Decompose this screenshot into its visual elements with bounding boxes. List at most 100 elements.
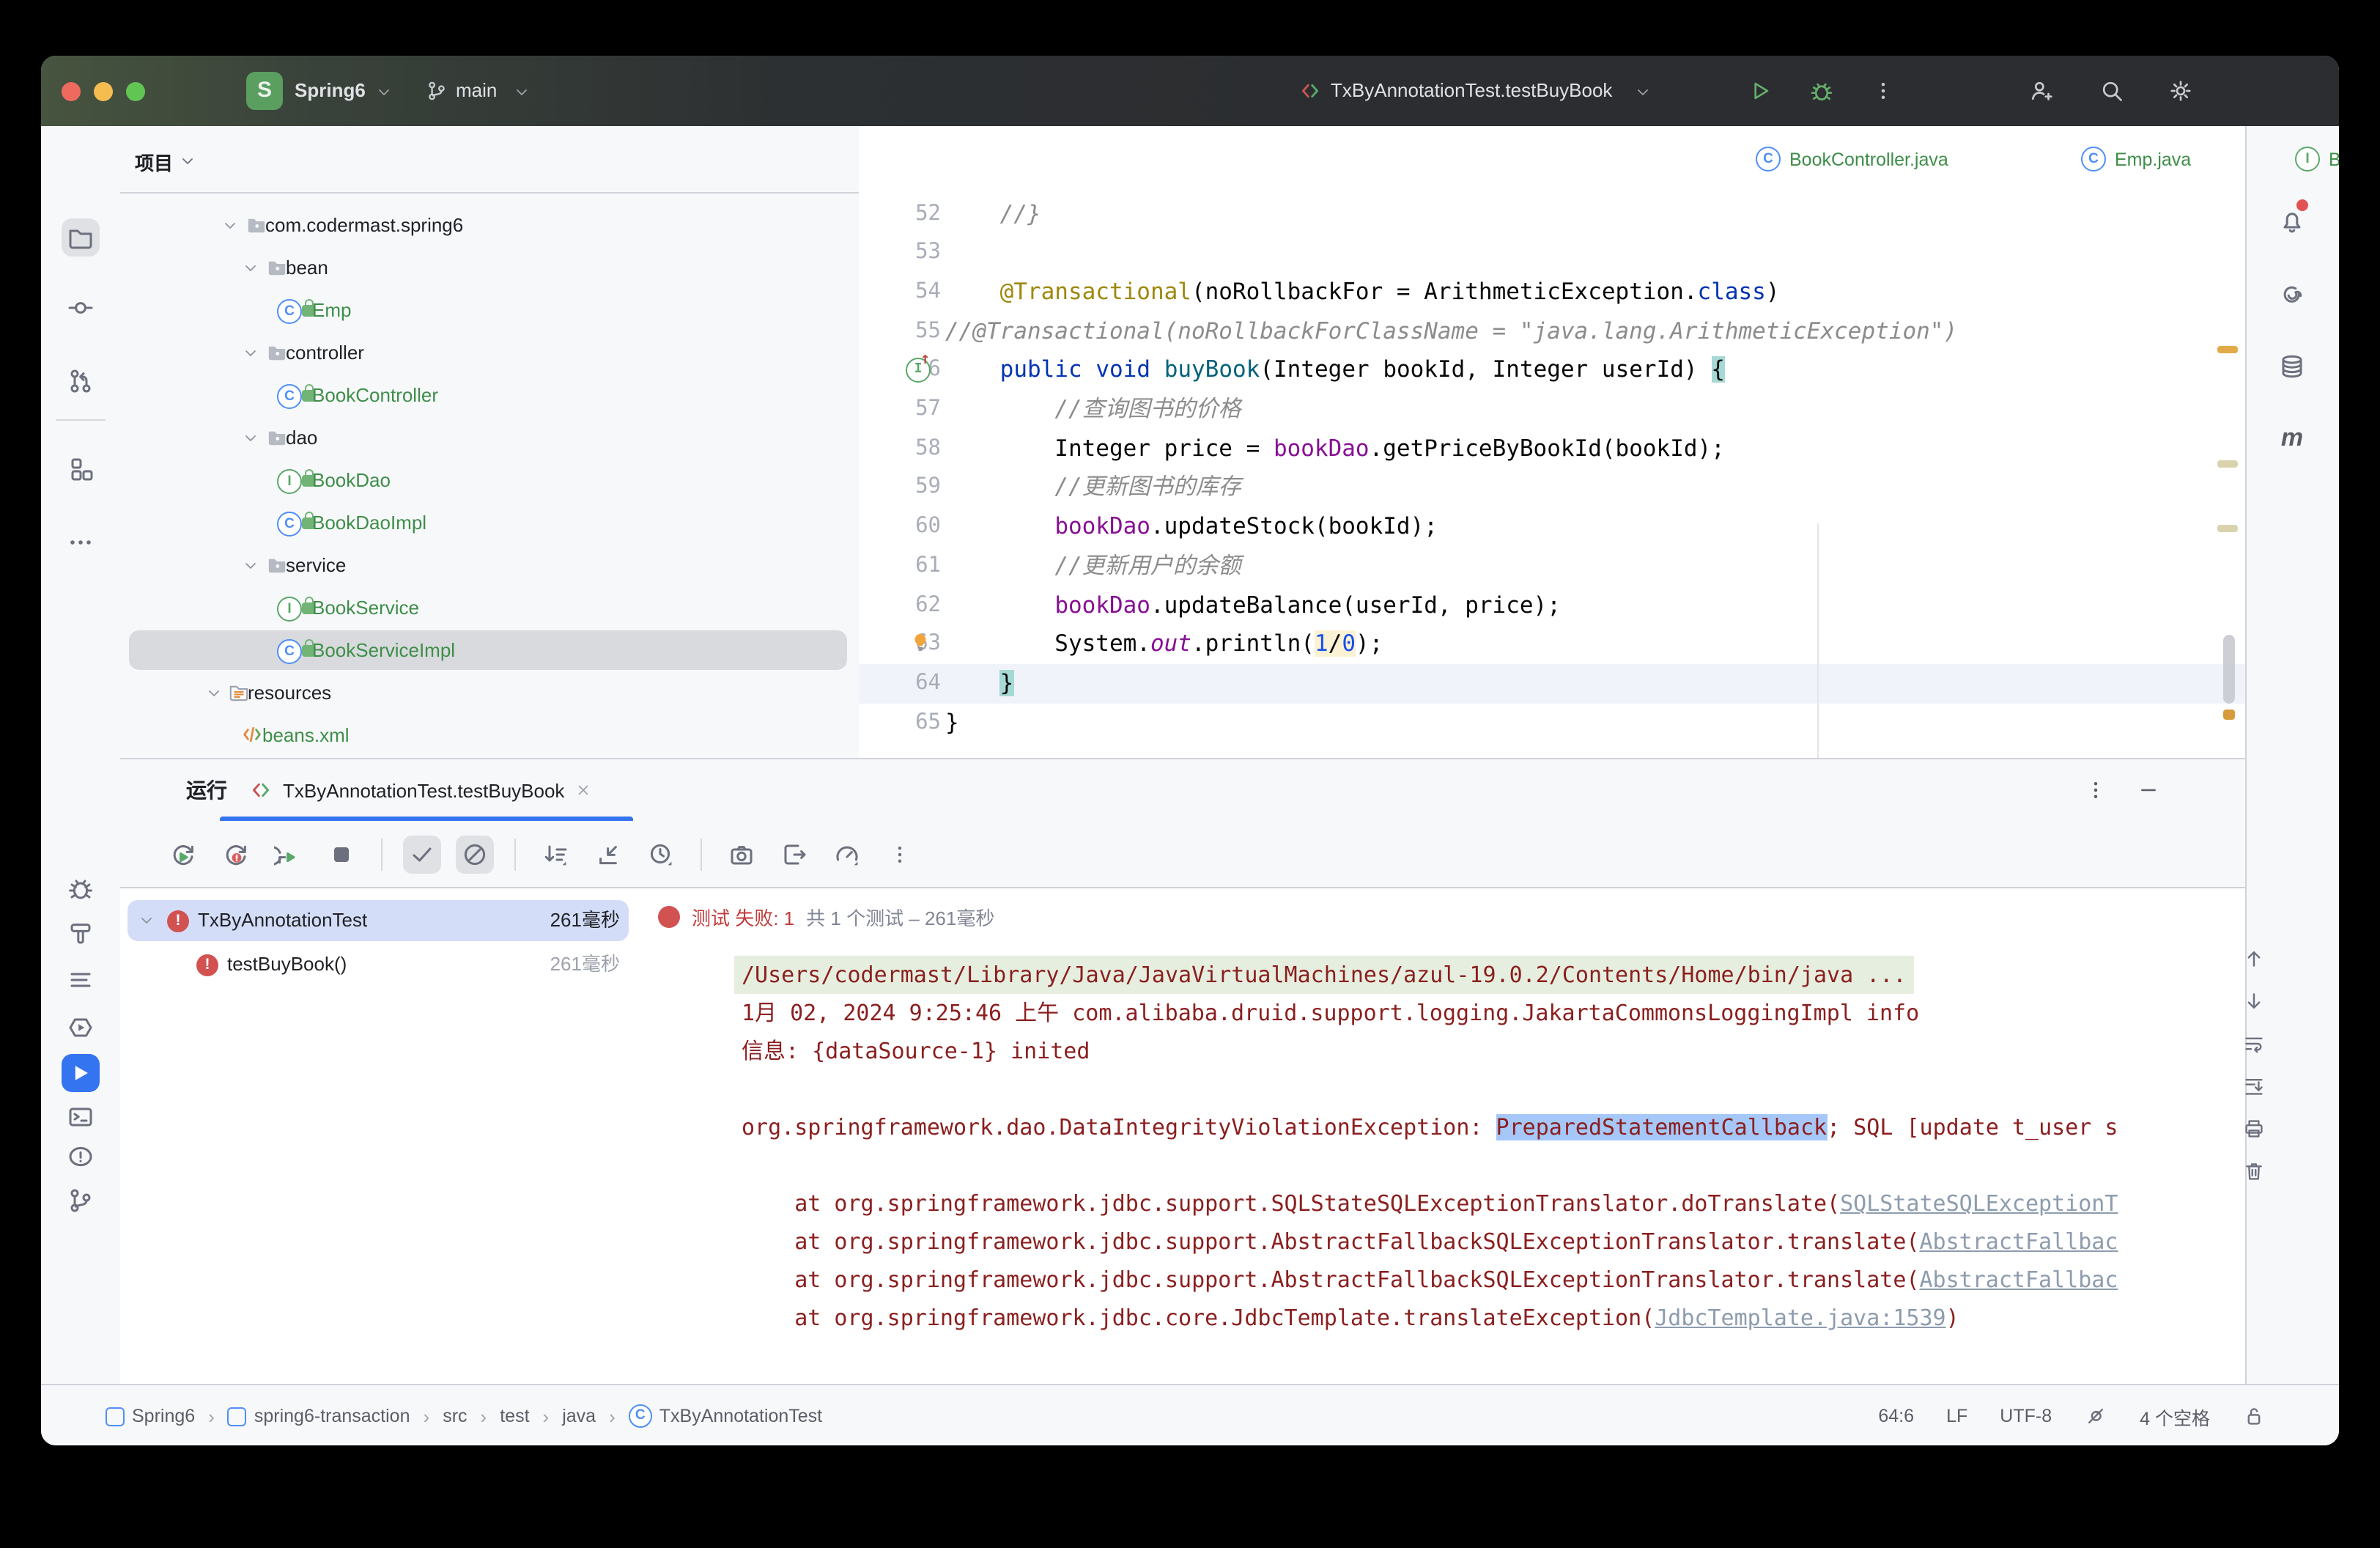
stack-trace-link[interactable]: JdbcTemplate.java:1539: [1655, 1305, 1945, 1331]
show-passed-button[interactable]: [403, 835, 441, 873]
todo-tool-button[interactable]: [62, 962, 100, 1000]
code-line-53[interactable]: 53: [859, 233, 2245, 273]
project-tool-button[interactable]: [62, 218, 100, 257]
tree-item-bookserviceimpl[interactable]: C BookServiceImpl: [120, 630, 859, 670]
snapshot-button[interactable]: [722, 835, 761, 873]
encoding[interactable]: UTF-8: [2000, 1406, 2052, 1426]
stop-button[interactable]: [322, 835, 361, 873]
rerun-failed-button[interactable]: [217, 835, 255, 873]
toggle-auto-test-button[interactable]: [270, 835, 308, 873]
next-failed-test-button[interactable]: [2242, 989, 2266, 1013]
terminal-tool-button[interactable]: [62, 1098, 100, 1136]
project-badge[interactable]: S: [246, 72, 283, 110]
hide-panel-button[interactable]: [2137, 778, 2160, 802]
test-item-testbuybook-[interactable]: testBuyBook() 261毫秒: [120, 944, 638, 985]
stack-trace-link[interactable]: AbstractFallbac: [1920, 1228, 2118, 1255]
indent-setting[interactable]: 4 个空格: [2140, 1402, 2210, 1430]
breadcrumb-item-src[interactable]: src: [443, 1406, 467, 1426]
code-line-63[interactable]: 63 System.out.println(1/0);: [859, 624, 2245, 664]
tree-item-resources[interactable]: resources: [120, 673, 859, 712]
more-tools-button[interactable]: [62, 523, 100, 561]
code-line-59[interactable]: 59 //更新图书的库存: [859, 468, 2245, 508]
tree-item-bookcontroller[interactable]: C BookController: [120, 375, 859, 415]
show-ignored-button[interactable]: [456, 835, 494, 873]
commit-tool-button[interactable]: [62, 289, 100, 327]
tree-item-com-codermast-spring6[interactable]: com.codermast.spring6: [120, 205, 859, 245]
toolbar-more-button[interactable]: [881, 835, 919, 873]
sort-tests-button[interactable]: [536, 835, 574, 873]
database-tool-button[interactable]: [2273, 347, 2311, 386]
tree-item-bookservice[interactable]: I BookService: [120, 588, 859, 627]
debug-button[interactable]: [1808, 78, 1835, 104]
test-item-txbyannotationtest[interactable]: TxByAnnotationTest 261毫秒: [120, 900, 638, 941]
run-config-selector[interactable]: TxByAnnotationTest.testBuyBook: [1331, 56, 1612, 126]
settings-button[interactable]: [2168, 78, 2194, 104]
problems-tool-button[interactable]: [62, 1138, 100, 1176]
error-stripe-mark[interactable]: [2217, 460, 2238, 468]
breadcrumb-item-spring6[interactable]: Spring6: [106, 1406, 195, 1426]
caret-position[interactable]: 64:6: [1878, 1406, 1914, 1426]
writable-status-icon[interactable]: [2242, 1404, 2266, 1428]
tab-bookcontroller-java[interactable]: C BookController.java: [1756, 126, 2005, 192]
rerun-button[interactable]: [164, 835, 202, 873]
error-stripe-mark[interactable]: [2217, 346, 2238, 353]
line-ending[interactable]: LF: [1946, 1406, 1967, 1426]
console[interactable]: 测试 失败: 1 共 1 个测试 – 261毫秒 /Users/codermas…: [638, 888, 2263, 1385]
code-line-57[interactable]: 57 //查询图书的价格: [859, 390, 2245, 430]
tab-emp-java[interactable]: C Emp.java: [2081, 126, 2236, 192]
tree-item-dao[interactable]: dao: [120, 418, 859, 457]
editor[interactable]: C BookController.java C Emp.java I BookServic…: [859, 126, 2339, 797]
more-actions-button[interactable]: [1871, 79, 1895, 103]
close-window-button[interactable]: [62, 82, 81, 101]
error-stripe-mark[interactable]: [2217, 525, 2238, 532]
code-line-61[interactable]: 61 //更新用户的余额: [859, 547, 2245, 586]
maven-tool-button[interactable]: m: [2273, 419, 2311, 457]
spring-tool-button[interactable]: [2273, 276, 2311, 314]
breadcrumb-item-txbyannotationtest[interactable]: C TxByAnnotationTest: [628, 1404, 822, 1428]
notifications-button[interactable]: [2273, 199, 2311, 240]
structure-tool-button[interactable]: [62, 450, 100, 488]
run-panel-options-button[interactable]: [2084, 778, 2107, 802]
run-tab[interactable]: TxByAnnotationTest.testBuyBook: [249, 759, 592, 821]
error-stripe-mark[interactable]: [2223, 710, 2235, 720]
stack-trace-link[interactable]: SQLStateSQLExceptionT: [1840, 1190, 2118, 1217]
tree-item-bookdaoimpl[interactable]: C BookDaoImpl: [120, 503, 859, 542]
stack-trace-link[interactable]: AbstractFallbac: [1920, 1267, 2118, 1293]
tree-item-service[interactable]: service: [120, 545, 859, 585]
build-tool-button[interactable]: [62, 913, 100, 951]
soft-wrap-button[interactable]: [2242, 1032, 2266, 1055]
maximize-window-button[interactable]: [126, 82, 145, 101]
breadcrumb-item-java[interactable]: java: [562, 1406, 596, 1426]
thread-dump-button[interactable]: [775, 835, 813, 873]
editor-scrollbar[interactable]: [2223, 635, 2235, 704]
tree-item-beans-xml[interactable]: beans.xml: [120, 715, 859, 755]
git-tool-button[interactable]: [62, 1182, 100, 1220]
pull-requests-tool-button[interactable]: [62, 362, 100, 400]
code-line-65[interactable]: 65}: [859, 703, 2245, 742]
code-line-58[interactable]: 58 Integer price = bookDao.getPriceByBoo…: [859, 429, 2245, 468]
code-line-54[interactable]: 54 @Transactional(noRollbackFor = Arithm…: [859, 273, 2245, 312]
prev-failed-test-button[interactable]: [2242, 947, 2266, 970]
code-line-62[interactable]: 62 bookDao.updateBalance(userId, price);: [859, 586, 2245, 625]
tree-item-emp[interactable]: C Emp: [120, 290, 859, 330]
highlighting-level-icon[interactable]: [2084, 1404, 2107, 1428]
breadcrumb-item-spring6-transaction[interactable]: spring6-transaction: [227, 1406, 410, 1426]
code-area[interactable]: 52 //} 53 54 @Transactional(noRollbackFor …: [859, 192, 2245, 758]
run-button[interactable]: [1747, 78, 1773, 104]
minimize-window-button[interactable]: [94, 82, 113, 101]
branch-selector[interactable]: main: [456, 56, 497, 126]
profiler-button[interactable]: [828, 835, 866, 873]
clear-console-button[interactable]: [2242, 1160, 2266, 1183]
search-everywhere-button[interactable]: [2099, 78, 2125, 104]
close-run-tab-icon[interactable]: [574, 781, 592, 799]
code-line-56[interactable]: 56I public void buyBook(Integer bookId, …: [859, 350, 2245, 391]
run-tool-button[interactable]: [62, 1054, 100, 1092]
project-selector[interactable]: Spring6: [295, 56, 366, 126]
tab-bookservice-java[interactable]: I BookService.java: [2295, 126, 2339, 192]
tree-item-bean[interactable]: bean: [120, 248, 859, 287]
sort-by-duration-button[interactable]: [642, 835, 680, 873]
debug-tool-button[interactable]: [62, 869, 100, 907]
code-line-64[interactable]: 64 }: [859, 663, 2245, 704]
intention-bulb-icon[interactable]: [909, 630, 932, 654]
collapse-all-button[interactable]: [589, 835, 627, 873]
